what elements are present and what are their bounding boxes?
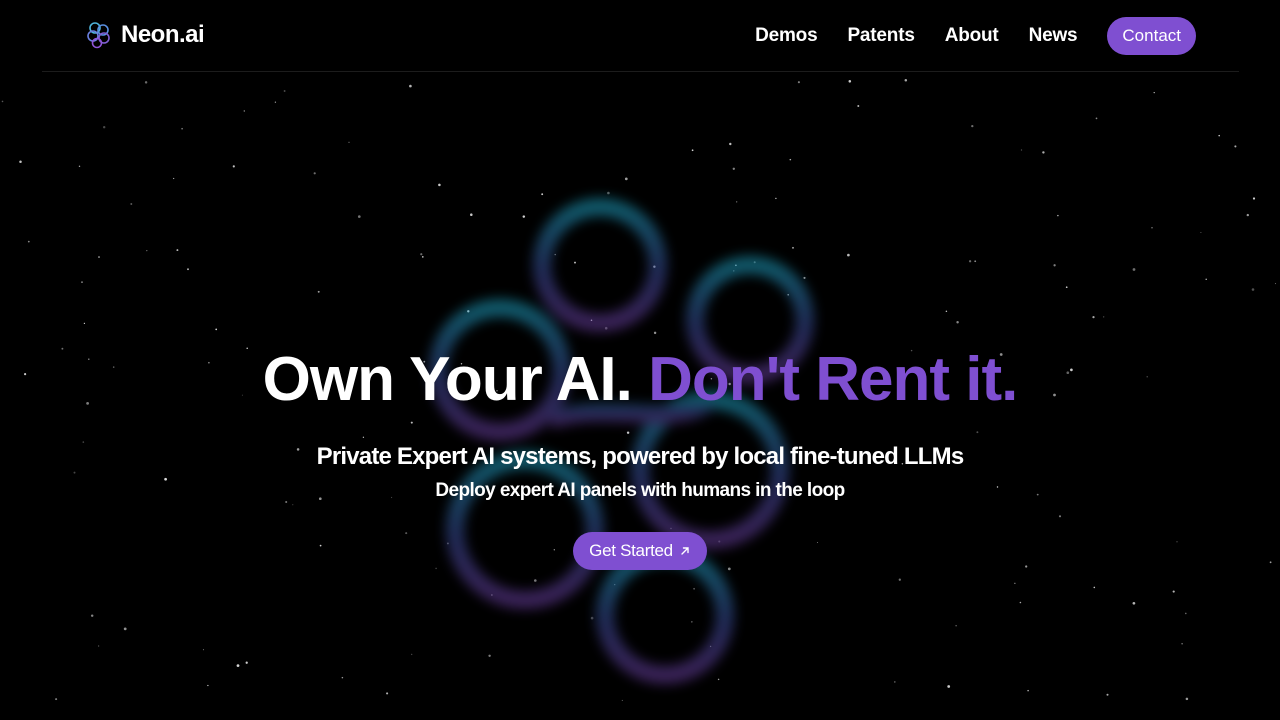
hero-subtitle: Private Expert AI systems, powered by lo… xyxy=(316,443,965,470)
site-header: Neon.ai Demos Patents About News Contact xyxy=(42,0,1239,72)
star-dot xyxy=(123,627,127,631)
nav-link-news[interactable]: News xyxy=(1029,25,1078,47)
star-dot xyxy=(90,614,94,617)
star-dot xyxy=(173,177,175,180)
star-dot xyxy=(1053,264,1056,267)
hero-section: Own Your AI. Don't Rent it. Private Expe… xyxy=(0,340,1280,570)
star-dot xyxy=(1132,268,1136,271)
star-dot xyxy=(797,81,800,84)
nav-link-demos[interactable]: Demos xyxy=(755,25,818,47)
star-dot xyxy=(848,80,852,83)
star-dot xyxy=(1200,231,1202,234)
star-dot xyxy=(181,127,183,130)
brand-name: Neon.ai xyxy=(121,21,205,48)
star-dot xyxy=(283,90,286,92)
get-started-button[interactable]: Get Started xyxy=(573,532,707,570)
star-dot xyxy=(1205,278,1207,281)
star-dot xyxy=(947,685,951,688)
star-dot xyxy=(236,664,240,667)
star-dot xyxy=(27,240,30,243)
star-dot xyxy=(894,681,896,683)
star-dot xyxy=(1014,582,1016,584)
star-dot xyxy=(83,322,86,325)
arrow-up-right-icon xyxy=(681,547,689,555)
star-dot xyxy=(348,141,350,143)
brain-icon xyxy=(87,22,110,49)
star-dot xyxy=(313,172,316,175)
landing-page: Neon.ai Demos Patents About News Contact… xyxy=(0,0,1280,720)
star-dot xyxy=(409,84,412,88)
star-dot xyxy=(202,649,205,651)
brand-logo-link[interactable]: Neon.ai xyxy=(85,20,205,50)
star-dot xyxy=(904,79,908,82)
star-dot xyxy=(1274,283,1277,285)
star-dot xyxy=(144,81,148,84)
star-dot xyxy=(232,165,235,168)
star-dot xyxy=(146,249,148,252)
star-dot xyxy=(1019,601,1022,604)
star-dot xyxy=(1092,316,1095,319)
star-dot xyxy=(1095,117,1098,120)
star-dot xyxy=(317,290,320,293)
star-dot xyxy=(729,142,732,146)
star-dot xyxy=(176,249,179,252)
hero-title-plain: Own Your AI. xyxy=(262,345,633,414)
star-dot xyxy=(98,256,100,258)
star-dot xyxy=(1185,697,1189,701)
star-dot xyxy=(1,100,4,103)
star-dot xyxy=(1103,316,1105,318)
star-dot xyxy=(691,149,694,152)
contact-button[interactable]: Contact xyxy=(1107,17,1196,55)
star-dot xyxy=(357,215,361,218)
hero-title-accent: Don't Rent it. xyxy=(648,345,1018,414)
nav-link-about[interactable]: About xyxy=(945,25,999,47)
star-dot xyxy=(55,698,58,701)
star-dot xyxy=(1252,197,1256,200)
star-dot xyxy=(97,645,100,647)
star-dot xyxy=(1020,149,1023,151)
star-dot xyxy=(1185,612,1187,615)
star-dot xyxy=(1172,590,1175,593)
star-dot xyxy=(1106,693,1109,696)
get-started-label: Get Started xyxy=(589,541,673,560)
star-dot xyxy=(898,578,901,581)
star-dot xyxy=(1027,689,1029,692)
star-dot xyxy=(1181,643,1183,645)
star-dot xyxy=(857,105,860,107)
star-dot xyxy=(19,160,22,164)
star-dot xyxy=(1153,91,1155,94)
star-dot xyxy=(945,310,948,313)
star-dot xyxy=(215,328,218,331)
star-dot xyxy=(207,684,209,687)
star-dot xyxy=(974,260,977,263)
star-dot xyxy=(274,101,277,103)
star-dot xyxy=(1093,586,1096,589)
star-dot xyxy=(1234,145,1237,148)
hero-title: Own Your AI. Don't Rent it. xyxy=(0,340,1280,420)
star-dot xyxy=(1246,213,1249,217)
star-dot xyxy=(78,165,81,167)
star-dot xyxy=(968,260,972,263)
star-dot xyxy=(1151,227,1153,229)
star-dot xyxy=(955,625,957,627)
star-dot xyxy=(341,676,344,679)
star-dot xyxy=(1042,151,1045,154)
star-dot xyxy=(1251,288,1255,291)
star-dot xyxy=(130,203,133,205)
main-nav: Demos Patents About News Contact xyxy=(755,17,1196,55)
star-dot xyxy=(1132,601,1136,605)
hero-subtitle-secondary: Deploy expert AI panels with humans in t… xyxy=(435,480,845,501)
star-dot xyxy=(243,110,245,112)
star-dot xyxy=(789,158,792,161)
star-dot xyxy=(1057,214,1059,217)
star-dot xyxy=(971,124,974,128)
star-dot xyxy=(245,661,248,664)
star-dot xyxy=(1218,134,1220,137)
star-dot xyxy=(81,281,83,283)
star-dot xyxy=(187,268,189,271)
nav-link-patents[interactable]: Patents xyxy=(847,25,914,47)
star-dot xyxy=(103,126,106,129)
star-dot xyxy=(1065,286,1068,289)
star-dot xyxy=(956,320,959,324)
